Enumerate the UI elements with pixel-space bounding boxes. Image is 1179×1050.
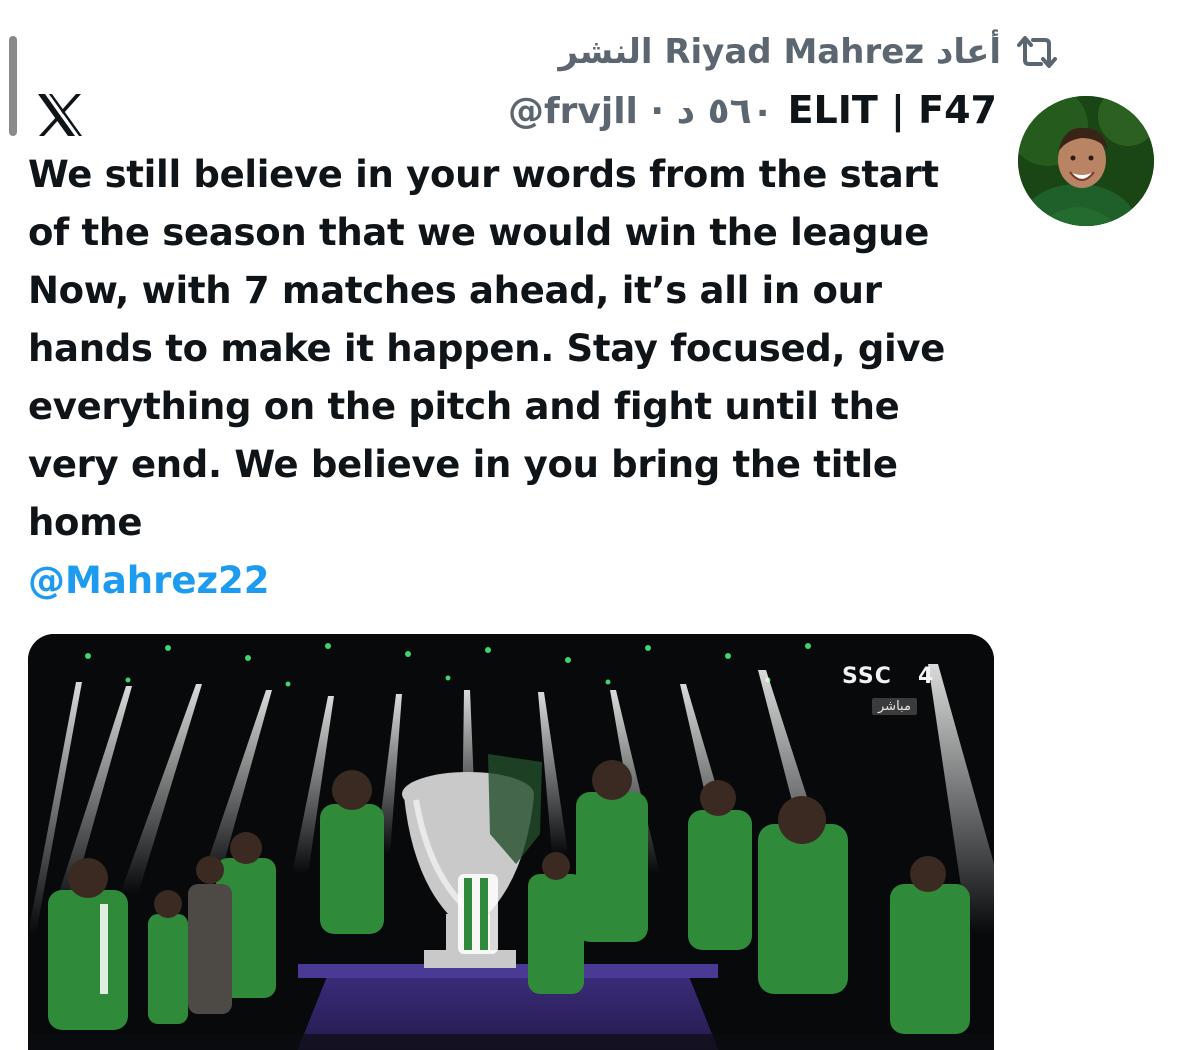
handle-time[interactable]: @frvjll · ٥٦٠ د <box>508 91 774 132</box>
author-line: @frvjll · ٥٦٠ د ELIT | F47 <box>508 88 997 132</box>
tweet-line: hands to make it happen. Stay focused, g… <box>28 327 946 370</box>
repost-text[interactable]: أعاد Riyad Mahrez النشر <box>558 32 1001 72</box>
tweet-line: We still believe in your words from the … <box>28 153 939 196</box>
tweet-text: We still believe in your words from the … <box>28 146 998 552</box>
tweet-line: home <box>28 501 143 544</box>
display-name[interactable]: ELIT | F47 <box>788 88 997 132</box>
avatar[interactable] <box>1018 96 1154 226</box>
channel-logo: SSC <box>842 664 892 689</box>
tweet-line: everything on the pitch and fight until … <box>28 385 900 428</box>
repost-icon <box>1015 30 1059 74</box>
live-badge: مباشر <box>872 698 917 715</box>
tweet-line: Now, with 7 matches ahead, it’s all in o… <box>28 269 882 312</box>
mention-link[interactable]: @Mahrez22 <box>28 552 270 610</box>
x-logo-icon[interactable] <box>36 92 84 138</box>
channel-number: 4 <box>918 664 934 689</box>
tweet-line: very end. We believe in you bring the ti… <box>28 443 898 486</box>
tweet-media-image[interactable] <box>28 634 994 1050</box>
tweet-line: of the season that we would win the leag… <box>28 211 930 254</box>
scroll-indicator[interactable] <box>9 36 17 136</box>
tweet-screen: أعاد Riyad Mahrez النشر @frvjll · ٥٦٠ د … <box>0 0 1179 1050</box>
repost-indicator[interactable]: أعاد Riyad Mahrez النشر <box>558 30 1059 74</box>
